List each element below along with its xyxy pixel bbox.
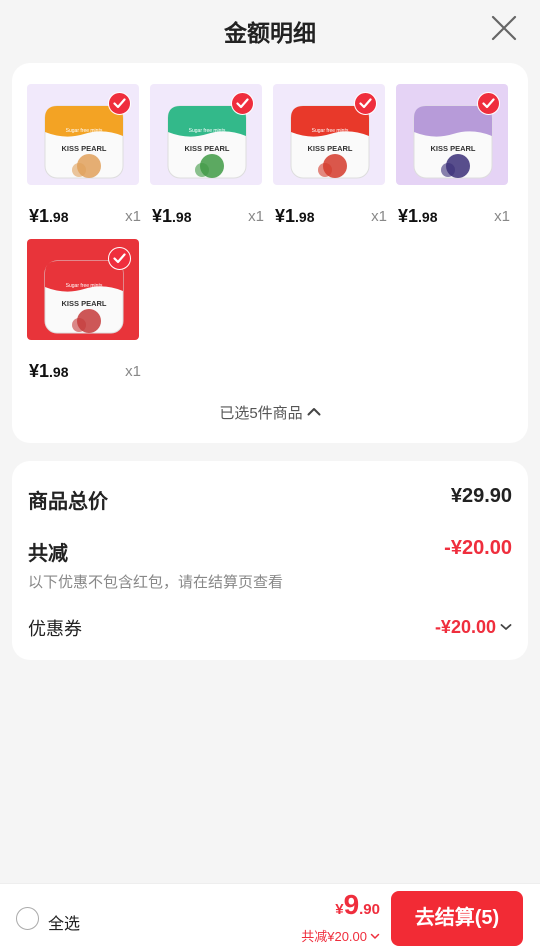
select-all-label[interactable]: 全选 — [48, 910, 80, 934]
checkout-bar: 全选 ¥9.90 共减¥20.00 去结算(5) — [0, 883, 540, 951]
product-price-row: ¥1.98 x1 — [29, 206, 141, 228]
select-all-radio[interactable] — [16, 907, 39, 930]
discount-label: 共减 — [28, 543, 68, 565]
total-currency: ¥ — [335, 901, 344, 918]
product-price-row: ¥1.98 x1 — [29, 361, 141, 383]
product-price-row: ¥1.98 x1 — [152, 206, 264, 228]
checkmark-icon[interactable] — [354, 92, 377, 115]
product-image: Sugar free mints KISS PEARL — [27, 84, 139, 185]
total-decimal: .90 — [359, 901, 380, 918]
selected-summary-label: 已选5件商品 — [219, 405, 303, 422]
coupon-row[interactable]: 优惠券 -¥20.00 — [28, 615, 512, 639]
product-item[interactable]: KISS PEARL ¥1.98 x1 — [396, 84, 510, 226]
product-quantity: x1 — [371, 208, 387, 225]
product-item[interactable]: Sugar free mints KISS PEARL ¥1.98 x1 — [273, 84, 387, 226]
product-price-row: ¥1.98 x1 — [275, 206, 387, 228]
discount-value: -¥20.00 — [444, 537, 512, 559]
chevron-down-icon — [370, 928, 380, 943]
product-item[interactable]: Sugar free mints KISS PEARL ¥1.98 x1 — [27, 84, 141, 226]
product-price: ¥1.98 — [275, 206, 315, 226]
price-summary-card: 商品总价 ¥29.90 共减 -¥20.00 以下优惠不包含红包，请在结算页查看… — [12, 461, 528, 660]
product-price: ¥1.98 — [398, 206, 438, 226]
page-title: 金额明细 — [224, 20, 316, 46]
product-quantity: x1 — [125, 208, 141, 225]
svg-text:KISS PEARL: KISS PEARL — [61, 299, 106, 308]
checkout-button[interactable]: 去结算(5) — [391, 891, 523, 946]
total-integer: 9 — [343, 889, 360, 920]
close-icon[interactable] — [490, 14, 518, 42]
product-price: ¥1.98 — [29, 361, 69, 381]
product-image: KISS PEARL — [396, 84, 508, 185]
total-value: ¥29.90 — [450, 485, 512, 507]
discount-note: 以下优惠不包含红包，请在结算页查看 — [28, 574, 284, 591]
svg-text:Sugar free mints: Sugar free mints — [66, 128, 103, 134]
total-row: 商品总价 ¥29.90 — [28, 485, 512, 513]
total-discount[interactable]: 共减¥20.00 — [301, 926, 380, 945]
product-image: Sugar free mints KISS PEARL — [273, 84, 385, 185]
coupon-value-wrap[interactable]: -¥20.00 — [435, 615, 512, 638]
coupon-value: -¥20.00 — [434, 617, 496, 637]
product-image: Sugar free mints KISS PEARL — [27, 239, 139, 340]
total-price: ¥9.90 — [335, 889, 380, 921]
product-image: Sugar free mints KISS PEARL — [150, 84, 262, 185]
svg-text:KISS PEARL: KISS PEARL — [307, 144, 352, 153]
product-item[interactable]: Sugar free mints KISS PEARL ¥1.98 x1 — [150, 84, 264, 226]
svg-text:Sugar free mints: Sugar free mints — [312, 128, 349, 134]
checkmark-icon[interactable] — [231, 92, 254, 115]
svg-text:KISS PEARL: KISS PEARL — [430, 144, 475, 153]
product-price: ¥1.98 — [29, 206, 69, 226]
checkmark-icon[interactable] — [108, 92, 131, 115]
product-quantity: x1 — [248, 208, 264, 225]
svg-text:Sugar free mints: Sugar free mints — [66, 283, 103, 289]
chevron-down-icon — [500, 615, 512, 636]
product-quantity: x1 — [494, 208, 510, 225]
product-quantity: x1 — [125, 363, 141, 380]
checkmark-icon[interactable] — [477, 92, 500, 115]
chevron-up-icon — [307, 403, 321, 420]
total-discount-text: 共减¥20.00 — [301, 929, 367, 944]
total-label: 商品总价 — [28, 491, 108, 513]
svg-text:KISS PEARL: KISS PEARL — [61, 144, 106, 153]
product-item[interactable]: Sugar free mints KISS PEARL ¥1.98 x1 — [27, 239, 141, 381]
discount-row: 共减 -¥20.00 — [28, 537, 512, 565]
selected-summary[interactable]: 已选5件商品 — [12, 402, 528, 423]
header: 金额明细 — [0, 0, 540, 60]
coupon-label: 优惠券 — [28, 619, 82, 639]
svg-text:KISS PEARL: KISS PEARL — [184, 144, 229, 153]
svg-text:Sugar free mints: Sugar free mints — [189, 128, 226, 134]
checkmark-icon[interactable] — [108, 247, 131, 270]
products-card: Sugar free mints KISS PEARL ¥1.98 x1 Sugar f… — [12, 63, 528, 443]
product-price: ¥1.98 — [152, 206, 192, 226]
product-price-row: ¥1.98 x1 — [398, 206, 510, 228]
